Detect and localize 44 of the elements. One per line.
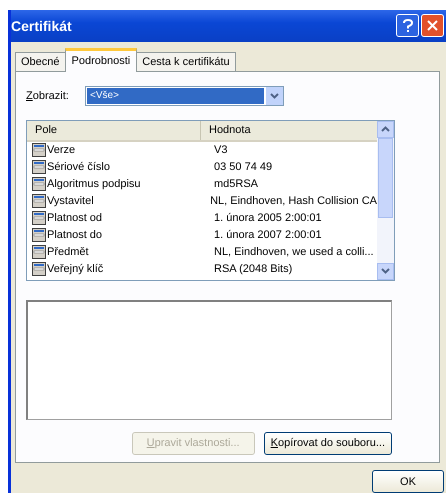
field-icon: [32, 211, 46, 226]
chevron-down-icon: [381, 268, 390, 274]
field-value[interactable]: 03 50 74 49: [214, 161, 272, 174]
field-value[interactable]: 1. února 2005 2:00:01: [214, 212, 322, 224]
field-icon: [32, 228, 46, 242]
field-icon: [32, 245, 46, 260]
field-name[interactable]: Sériové číslo: [47, 161, 110, 174]
close-button[interactable]: [421, 14, 444, 38]
field-name[interactable]: Veřejný klíč: [47, 263, 104, 276]
tab[interactable]: Obecné: [15, 52, 66, 71]
field-name[interactable]: Předmět: [47, 246, 89, 258]
field-icon: [32, 262, 46, 276]
ok-button[interactable]: OK: [372, 470, 444, 493]
question-mark-icon: [402, 18, 414, 33]
field-value[interactable]: V3: [214, 144, 228, 156]
show-label: Zobrazit:: [26, 90, 70, 102]
chevron-up-icon: [381, 126, 390, 132]
field-icon: [32, 194, 46, 208]
scroll-up-button[interactable]: [377, 120, 394, 138]
field-name[interactable]: Platnost do: [47, 229, 102, 242]
field-name[interactable]: Algoritmus podpisu: [47, 178, 141, 190]
tab[interactable]: Podrobnosti: [64, 48, 138, 72]
field-value[interactable]: NL, Eindhoven, Hash Collision CA: [210, 195, 377, 208]
close-icon: [427, 20, 438, 32]
scrollbar-thumb[interactable]: [378, 138, 393, 218]
show-dropdown[interactable]: <Vše>: [85, 86, 284, 106]
field-name[interactable]: Platnost od: [47, 212, 102, 224]
field-icon: [32, 177, 46, 192]
field-name[interactable]: Vystavitel: [47, 195, 94, 208]
copy-to-file-button[interactable]: Kopírovat do souboru...: [264, 432, 392, 455]
help-button[interactable]: [396, 14, 419, 38]
column-header[interactable]: Hodnota: [201, 120, 251, 140]
tab[interactable]: Cesta k certifikátu: [136, 52, 236, 71]
scroll-down-button[interactable]: [377, 262, 394, 280]
field-icon: [32, 160, 46, 174]
chevron-down-icon: [270, 92, 279, 99]
details-text-area[interactable]: [26, 300, 392, 420]
field-value[interactable]: RSA (2048 Bits): [214, 263, 292, 276]
field-value[interactable]: md5RSA: [214, 178, 258, 190]
field-value[interactable]: 1. února 2007 2:00:01: [214, 229, 322, 242]
window-title: Certifikát: [11, 18, 72, 34]
field-name[interactable]: Verze: [47, 144, 76, 156]
column-header[interactable]: Pole: [27, 120, 201, 140]
field-value[interactable]: NL, Eindhoven, we used a colli...: [214, 246, 374, 258]
